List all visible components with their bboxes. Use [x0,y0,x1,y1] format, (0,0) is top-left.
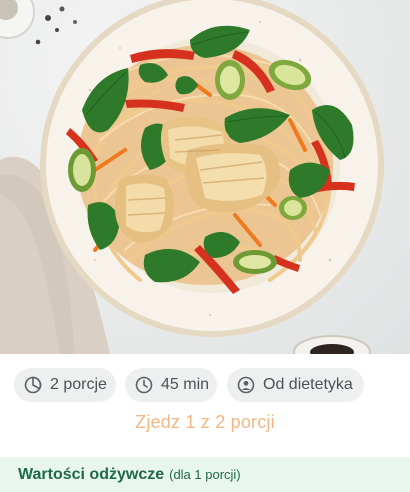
author-label: Od dietetyka [263,376,353,393]
portion-prompt[interactable]: Zjedz 1 z 2 porcji [0,412,410,433]
portions-label: 2 porcje [50,376,107,393]
pie-chart-icon [24,376,42,394]
recipe-photo [0,0,410,354]
recipe-meta-chips: 2 porcje 45 min Od dietetyka [0,354,410,414]
nutrition-section-header[interactable]: Wartości odżywcze (dla 1 porcji) [0,457,410,492]
time-label: 45 min [161,376,210,393]
user-icon [237,376,255,394]
clock-icon [135,376,153,394]
recipe-illustration [0,0,384,354]
nutrition-title: Wartości odżywcze [18,465,165,483]
portions-chip: 2 porcje [14,368,116,402]
nutrition-subtitle: (dla 1 porcji) [169,467,241,482]
author-chip: Od dietetyka [227,368,364,402]
time-chip: 45 min [125,368,217,402]
